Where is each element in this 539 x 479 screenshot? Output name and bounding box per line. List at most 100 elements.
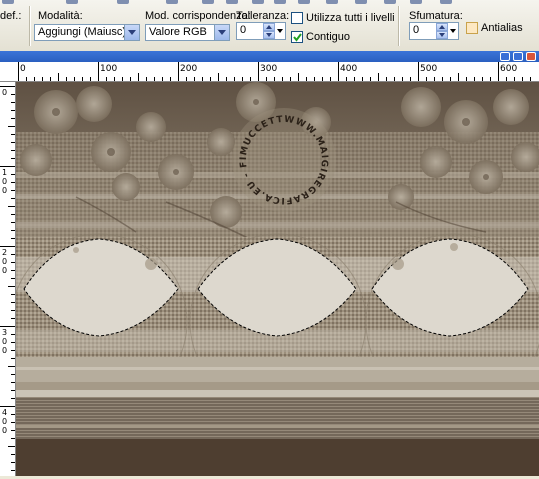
ruler-tick: [378, 73, 379, 81]
ruler-tick: [138, 73, 139, 81]
ruler-tick: [58, 73, 59, 81]
ruler-tick: [474, 77, 475, 81]
ruler-tick: [42, 77, 43, 81]
ruler-tick: [11, 414, 15, 415]
ruler-tick: [11, 150, 15, 151]
mode-label: Modalità:: [38, 10, 83, 22]
canvas-image[interactable]: WWW.MAIGIREGRAFICA.EU - FIMUCCETTA -: [10, 75, 539, 476]
ruler-label: 600: [500, 64, 518, 74]
ruler-tick: [11, 302, 15, 303]
minimize-button[interactable]: [500, 52, 510, 61]
ruler-tick: [11, 214, 15, 215]
ruler-tick: [170, 77, 171, 81]
ruler-tick: [106, 77, 107, 81]
ruler-tick: [194, 77, 195, 81]
contiguous-checkbox[interactable]: [291, 31, 303, 43]
ruler-tick: [11, 270, 15, 271]
ruler-tick: [226, 77, 227, 81]
selection-marquee[interactable]: [23, 238, 529, 337]
ruler-tick: [11, 142, 15, 143]
spin-up-icon[interactable]: [436, 23, 448, 31]
ruler-tick: [450, 77, 451, 81]
spin-up-icon[interactable]: [263, 23, 275, 31]
ruler-tick: [11, 190, 15, 191]
ruler-tick: [11, 398, 15, 399]
ruler-tick: [11, 262, 15, 263]
ruler-tick: [290, 77, 291, 81]
feather-spinner[interactable]: 0: [409, 22, 459, 40]
ruler-label: 300: [2, 328, 8, 355]
separator: [398, 6, 400, 46]
ruler-tick: [18, 62, 19, 81]
checkmark-icon: [293, 33, 302, 42]
ruler-tick: [11, 110, 15, 111]
feather-value: 0: [413, 24, 420, 36]
ruler-label: 0: [20, 64, 26, 74]
ruler-tick: [11, 310, 15, 311]
ruler-tick: [11, 390, 15, 391]
ruler-tick: [74, 77, 75, 81]
mode-dropdown[interactable]: Aggiungi (Maiusc): [34, 24, 140, 41]
ruler-tick: [330, 77, 331, 81]
antialias-checkbox[interactable]: [466, 22, 478, 34]
match-mode-dropdown[interactable]: Valore RGB: [145, 24, 230, 41]
tolerance-value: 0: [240, 24, 247, 36]
ruler-tick: [386, 77, 387, 81]
ruler-tick: [530, 77, 531, 81]
separator: [29, 6, 31, 46]
ruler-tick: [130, 77, 131, 81]
tolerance-spinner[interactable]: 0: [236, 22, 286, 40]
ruler-tick: [402, 77, 403, 81]
contiguous-label: Contiguo: [306, 31, 351, 43]
ruler-tick: [218, 73, 219, 81]
ruler-label: 300: [260, 64, 278, 74]
vertical-ruler[interactable]: 0 100 200 300 400: [0, 82, 16, 476]
ruler-tick: [442, 77, 443, 81]
ruler-tick: [8, 126, 15, 127]
ruler-tick: [266, 77, 267, 81]
ruler-tick: [154, 77, 155, 81]
spin-arrows[interactable]: [263, 23, 275, 39]
ruler-tick: [11, 470, 15, 471]
ruler-tick: [50, 77, 51, 81]
chevron-down-icon[interactable]: [214, 25, 229, 40]
ruler-tick: [11, 230, 15, 231]
ruler-tick: [0, 246, 15, 247]
ruler-tick: [11, 462, 15, 463]
ruler-tick: [410, 77, 411, 81]
spin-arrows[interactable]: [436, 23, 448, 39]
ruler-tick: [82, 77, 83, 81]
ruler-tick: [11, 102, 15, 103]
ruler-label: 100: [2, 168, 8, 195]
ruler-tick: [314, 77, 315, 81]
ruler-tick: [11, 454, 15, 455]
ruler-label: 0: [2, 88, 8, 97]
match-mode-value: Valore RGB: [149, 26, 207, 38]
close-button[interactable]: [526, 52, 536, 61]
ruler-tick: [322, 77, 323, 81]
use-all-layers-label: Utilizza tutti i livelli: [306, 12, 395, 24]
use-all-layers-checkbox[interactable]: [291, 12, 303, 24]
tool-options-bar: def.: Modalità: Aggiungi (Maiusc) Mod. c…: [0, 0, 539, 52]
ruler-tick: [146, 77, 147, 81]
match-mode-label: Mod. corrispondenza:: [145, 10, 251, 22]
ruler-tick: [11, 438, 15, 439]
ruler-label: 400: [2, 408, 8, 435]
slider-popout-icon[interactable]: [276, 23, 285, 39]
maximize-button[interactable]: [513, 52, 523, 61]
ruler-tick: [11, 278, 15, 279]
horizontal-ruler[interactable]: 0 100 200 300 400 500 600: [0, 62, 539, 82]
ruler-tick: [11, 334, 15, 335]
ruler-tick: [498, 62, 499, 81]
ruler-tick: [11, 174, 15, 175]
spin-down-icon[interactable]: [263, 31, 275, 39]
ruler-tick: [11, 382, 15, 383]
ruler-tick: [426, 77, 427, 81]
slider-popout-icon[interactable]: [449, 23, 458, 39]
spin-down-icon[interactable]: [436, 31, 448, 39]
ruler-tick: [346, 77, 347, 81]
ruler-tick: [258, 62, 259, 81]
preset-label: def.:: [0, 10, 22, 22]
chevron-down-icon[interactable]: [124, 25, 139, 40]
ruler-tick: [466, 77, 467, 81]
